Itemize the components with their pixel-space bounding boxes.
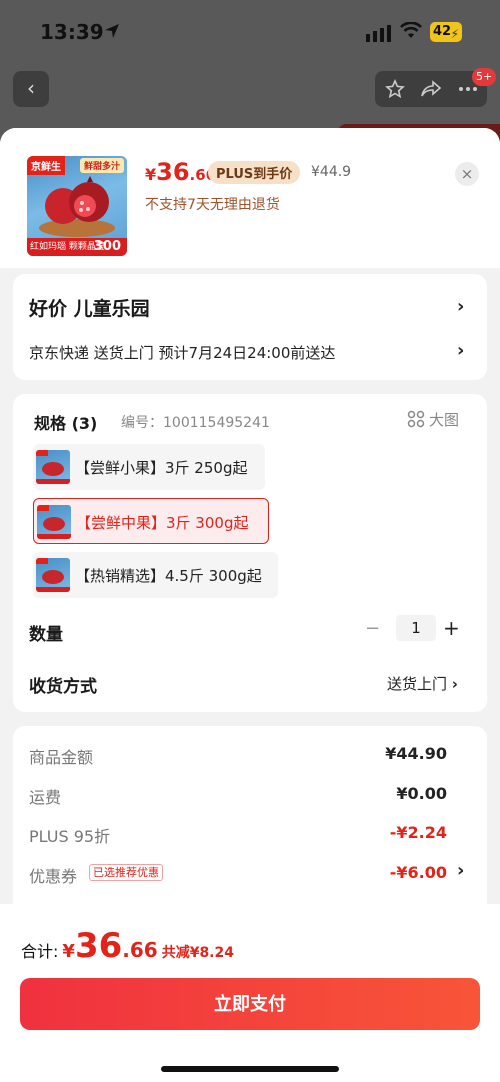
- delivery-chevron-icon[interactable]: ›: [457, 340, 464, 361]
- total-saving: 共减¥8.24: [161, 945, 234, 961]
- option-label: 【尝鲜小果】3斤 250g起: [75, 459, 248, 477]
- spec-title: 规格 (3): [34, 414, 98, 433]
- pomegranate-image: [39, 176, 115, 237]
- store-name: 好价 儿童乐园: [29, 298, 150, 320]
- product-code: 编号：100115495241: [121, 415, 270, 431]
- store-chevron-icon[interactable]: ›: [457, 296, 464, 317]
- shipping-fee-label: 运费: [29, 788, 62, 807]
- coupon-chevron-icon[interactable]: ›: [457, 860, 464, 881]
- battery-indicator: 42 ⚡: [430, 22, 462, 42]
- thumbnail-brand: 京鲜生: [27, 156, 65, 175]
- chevron-left-icon: ‹: [27, 76, 35, 100]
- nav-toolbar: [375, 71, 487, 107]
- return-policy: 不支持7天无理由退货: [145, 197, 280, 213]
- spec-option-selected[interactable]: 【尝鲜中果】3斤 300g起: [33, 498, 269, 544]
- purchase-sheet: 京鲜生 鲜甜多汁 红如玛瑙 颗颗晶莹 300 ¥36.66 PLUS到手价 ¥44…: [0, 128, 500, 1082]
- cellular-signal-icon: [366, 25, 391, 42]
- close-icon: ×: [460, 165, 474, 183]
- shipping-fee-value: ¥0.00: [396, 784, 447, 803]
- plus-discount-value: -¥2.24: [389, 823, 447, 842]
- original-price: ¥44.9: [311, 164, 352, 180]
- coupon-label: 优惠券: [29, 867, 78, 886]
- charging-bolt-icon: ⚡: [450, 27, 459, 41]
- spec-card: 规格 (3) 编号：100115495241 大图 【尝鲜小果】3斤 250g起…: [13, 394, 487, 712]
- grid-icon: [407, 410, 425, 428]
- checkout-footer: 合计: ¥36.66 共减¥8.24 立即支付: [0, 904, 500, 1082]
- home-indicator[interactable]: [161, 1066, 339, 1072]
- store-card: 好价 儿童乐园 › 京东快递 送货上门 预计7月24日24:00前送达 ›: [13, 274, 487, 380]
- price-summary-card: 商品金额 ¥44.90 运费 ¥0.00 PLUS 95折 -¥2.24 优惠券…: [13, 726, 487, 926]
- product-thumbnail[interactable]: 京鲜生 鲜甜多汁 红如玛瑙 颗颗晶莹 300: [27, 156, 127, 256]
- wifi-icon: [400, 22, 422, 38]
- close-button[interactable]: ×: [455, 162, 479, 186]
- quantity-increase-button[interactable]: +: [443, 616, 460, 640]
- big-image-button[interactable]: 大图: [407, 409, 459, 430]
- location-arrow-icon: [105, 24, 119, 38]
- share-icon[interactable]: [420, 79, 442, 99]
- quantity-decrease-button[interactable]: −: [365, 618, 380, 639]
- status-bar: 13:39 42 ⚡: [0, 0, 500, 64]
- plus-price-tag: PLUS到手价: [208, 161, 301, 184]
- message-badge: 5+: [472, 68, 497, 86]
- pay-now-button[interactable]: 立即支付: [20, 978, 480, 1030]
- coupon-value[interactable]: -¥6.00: [390, 863, 447, 882]
- delivery-info: 京东快递 送货上门 预计7月24日24:00前送达: [29, 344, 336, 362]
- option-label: 【热销精选】4.5斤 300g起: [75, 567, 262, 585]
- plus-price: ¥36.66: [145, 158, 217, 186]
- plus-discount-label: PLUS 95折: [29, 827, 111, 846]
- status-time: 13:39: [40, 20, 104, 44]
- option-thumbnail: [36, 558, 70, 592]
- star-icon[interactable]: [385, 79, 405, 99]
- subtotal-value: ¥44.90: [385, 744, 447, 763]
- spec-option[interactable]: 【热销精选】4.5斤 300g起: [33, 552, 278, 598]
- total-amount: 合计: ¥36.66 共减¥8.24: [21, 926, 234, 966]
- shipping-method-label: 收货方式: [29, 677, 97, 697]
- option-thumbnail: [37, 505, 71, 539]
- sheet-header: 京鲜生 鲜甜多汁 红如玛瑙 颗颗晶莹 300 ¥36.66 PLUS到手价 ¥44…: [0, 128, 500, 268]
- back-button[interactable]: ‹: [13, 71, 49, 107]
- spec-option[interactable]: 【尝鲜小果】3斤 250g起: [33, 444, 265, 490]
- shipping-chevron-icon: ›: [451, 675, 458, 693]
- coupon-tag: 已选推荐优惠: [89, 864, 163, 881]
- option-thumbnail: [36, 450, 70, 484]
- quantity-label: 数量: [29, 625, 63, 645]
- thumbnail-bar: 红如玛瑙 颗颗晶莹 300: [27, 238, 127, 256]
- subtotal-label: 商品金额: [29, 748, 94, 767]
- shipping-method-value[interactable]: 送货上门 ›: [387, 673, 458, 694]
- thumbnail-tag: 鲜甜多汁: [79, 158, 124, 173]
- quantity-input[interactable]: 1: [396, 615, 436, 641]
- option-label: 【尝鲜中果】3斤 300g起: [76, 514, 249, 532]
